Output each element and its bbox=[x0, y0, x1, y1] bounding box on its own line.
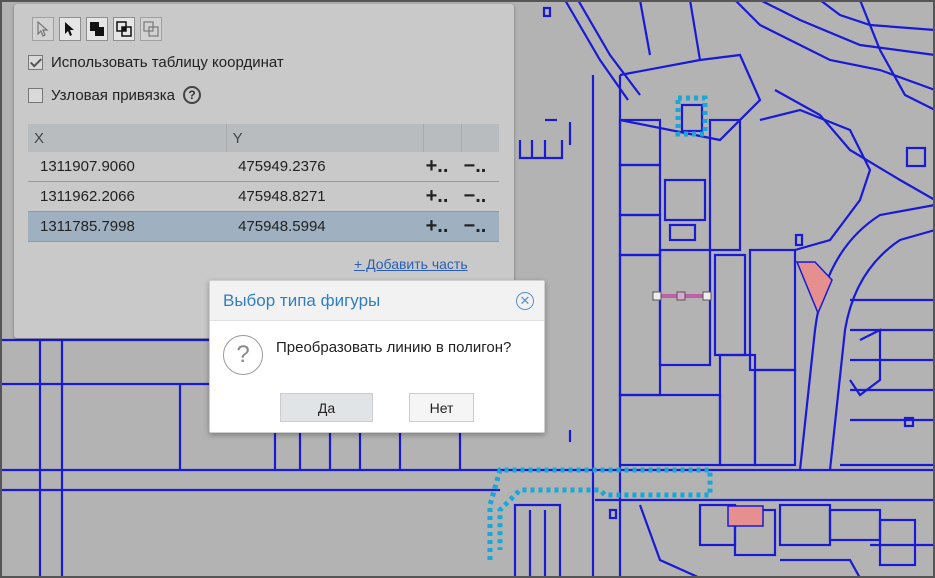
cell-y[interactable]: 475949.2376 bbox=[226, 152, 424, 182]
table-row-selected[interactable]: 1311785.7998 475948.5994 +.. −.. bbox=[28, 211, 499, 242]
help-icon[interactable]: ? bbox=[182, 86, 201, 104]
use-coord-table-label: Использовать таблицу координат bbox=[51, 54, 284, 71]
remove-point-button[interactable]: −.. bbox=[461, 152, 499, 182]
node-snap-option[interactable]: Узловая привязка ? bbox=[28, 86, 201, 104]
remove-point-button[interactable]: −.. bbox=[461, 211, 499, 242]
use-coord-table-checkbox[interactable] bbox=[28, 55, 43, 70]
remove-point-button[interactable]: −.. bbox=[461, 181, 499, 212]
question-icon: ? bbox=[223, 335, 263, 375]
column-header-x: X bbox=[28, 124, 227, 152]
close-icon[interactable]: ✕ bbox=[516, 291, 534, 310]
add-point-button[interactable]: +.. bbox=[423, 211, 462, 242]
select-arrow-outline-icon[interactable] bbox=[32, 17, 54, 41]
dialog-message: Преобразовать линию в полигон? bbox=[276, 338, 512, 356]
column-header-y: Y bbox=[226, 124, 425, 152]
cell-x[interactable]: 1311962.2066 bbox=[28, 181, 227, 212]
cell-x[interactable]: 1311907.9060 bbox=[28, 152, 227, 182]
copy-squares-icon[interactable] bbox=[140, 17, 162, 41]
column-header-remove bbox=[461, 124, 499, 152]
coordinates-table: X Y 1311907.9060 475949.2376 +.. −.. 131… bbox=[28, 124, 499, 242]
cell-y[interactable]: 475948.5994 bbox=[226, 211, 424, 242]
table-row[interactable]: 1311907.9060 475949.2376 +.. −.. bbox=[28, 152, 499, 182]
no-button[interactable]: Нет bbox=[409, 393, 474, 422]
intersect-squares-icon[interactable] bbox=[113, 17, 135, 41]
use-coord-table-option[interactable]: Использовать таблицу координат bbox=[28, 54, 284, 71]
dialog-title: Выбор типа фигуры bbox=[223, 290, 381, 310]
column-header-add bbox=[423, 124, 463, 152]
select-arrow-icon[interactable] bbox=[59, 17, 81, 41]
shape-type-dialog: Выбор типа фигуры ✕ ? Преобразовать лини… bbox=[209, 280, 545, 433]
cell-y[interactable]: 475948.8271 bbox=[226, 181, 424, 212]
union-squares-icon[interactable] bbox=[86, 17, 108, 41]
add-point-button[interactable]: +.. bbox=[423, 152, 462, 182]
dialog-header: Выбор типа фигуры ✕ bbox=[210, 281, 544, 321]
node-snap-label: Узловая привязка bbox=[51, 86, 175, 104]
yes-button[interactable]: Да bbox=[280, 393, 373, 422]
add-point-button[interactable]: +.. bbox=[423, 181, 462, 212]
node-snap-checkbox[interactable] bbox=[28, 87, 43, 103]
cell-x[interactable]: 1311785.7998 bbox=[28, 211, 227, 242]
add-part-link[interactable]: + Добавить часть bbox=[354, 256, 468, 272]
dialog-body: ? Преобразовать линию в полигон? bbox=[223, 335, 511, 375]
table-row[interactable]: 1311962.2066 475948.8271 +.. −.. bbox=[28, 181, 499, 212]
